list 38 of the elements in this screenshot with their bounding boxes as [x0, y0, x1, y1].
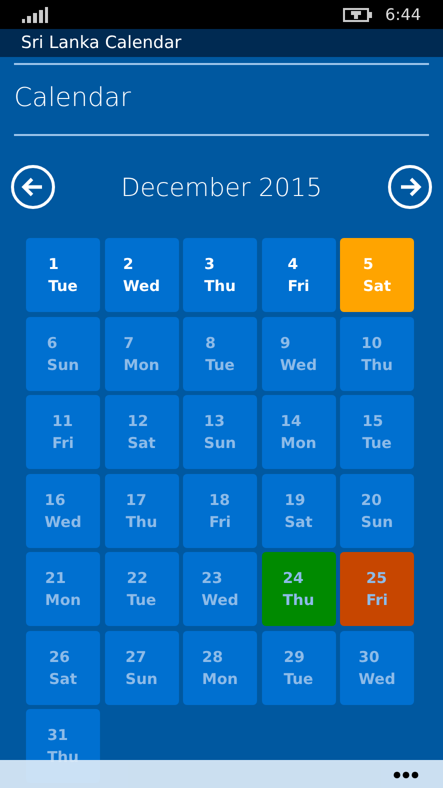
battery-charging-icon: [343, 6, 374, 22]
day-tile[interactable]: 29 Tue: [262, 630, 336, 704]
day-tile[interactable]: 21 Mon: [26, 552, 100, 626]
day-tile[interactable]: 4 Fri: [262, 238, 336, 312]
month-title: December 2015: [120, 172, 322, 202]
day-tile[interactable]: 15 Tue: [340, 395, 414, 469]
day-tile[interactable]: 27 Sun: [104, 630, 178, 704]
day-tile[interactable]: 13 Sun: [183, 395, 257, 469]
next-month-button[interactable]: [388, 165, 432, 209]
day-tile[interactable]: 1 Tue: [26, 238, 100, 312]
day-tile[interactable]: 5 Sat: [340, 238, 414, 312]
day-tile[interactable]: 19 Sat: [262, 474, 336, 548]
day-tile[interactable]: 26 Sat: [26, 630, 100, 704]
page-title: Calendar: [13, 82, 132, 115]
day-tile[interactable]: 3 Thu: [183, 238, 257, 312]
day-tile[interactable]: 14 Mon: [262, 395, 336, 469]
day-tile[interactable]: 11 Fri: [26, 395, 100, 469]
day-tile[interactable]: 2 Wed: [104, 238, 178, 312]
day-tile[interactable]: 18 Fri: [183, 474, 257, 548]
day-tile[interactable]: 10 Thu: [340, 316, 414, 390]
day-tile[interactable]: 16 Wed: [26, 474, 100, 548]
day-tile[interactable]: 17 Thu: [104, 474, 178, 548]
day-tile[interactable]: 6 Sun: [26, 316, 100, 390]
signal-icon: [22, 6, 48, 22]
day-tile[interactable]: 20 Sun: [340, 474, 414, 548]
day-tile[interactable]: 7 Mon: [104, 316, 178, 390]
day-tile[interactable]: 23 Wed: [183, 552, 257, 626]
day-tile[interactable]: 9 Wed: [262, 316, 336, 390]
previous-month-button[interactable]: [11, 165, 55, 209]
day-tile[interactable]: 8 Tue: [183, 316, 257, 390]
day-tile[interactable]: 30 Wed: [340, 630, 414, 704]
day-tile[interactable]: 25 Fri: [340, 552, 414, 626]
day-tile[interactable]: 24 Thu: [262, 552, 336, 626]
clock-time: 6:44: [385, 5, 421, 24]
day-tile[interactable]: 12 Sat: [104, 395, 178, 469]
day-tile[interactable]: 22 Tue: [104, 552, 178, 626]
app-title: Sri Lanka Calendar: [21, 33, 182, 53]
day-tile[interactable]: 28 Mon: [183, 630, 257, 704]
